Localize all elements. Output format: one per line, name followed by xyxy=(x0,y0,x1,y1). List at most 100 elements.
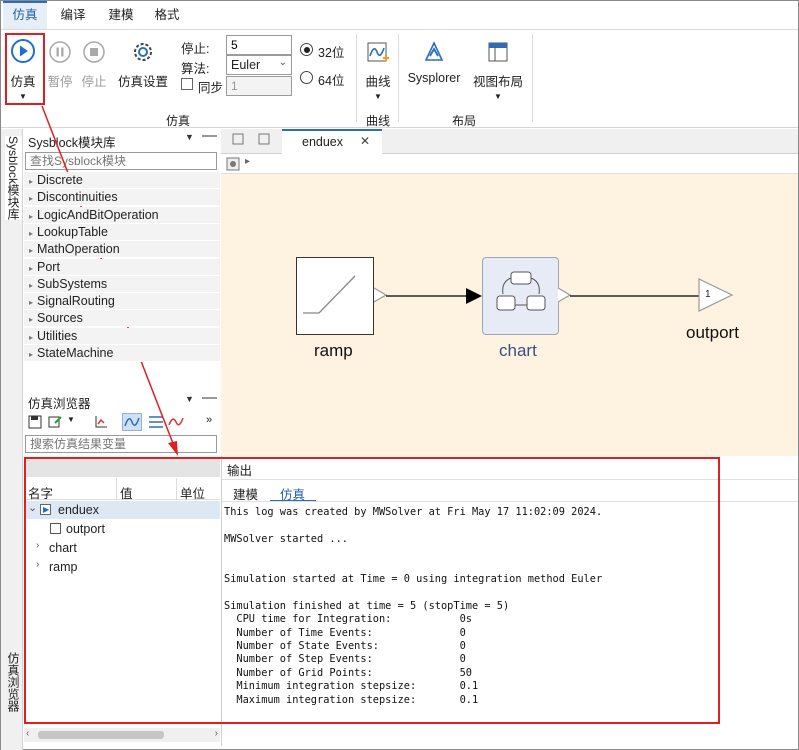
chevron-down-icon[interactable]: ▼ xyxy=(185,132,194,142)
library-item-label: Discrete xyxy=(37,173,83,187)
chevron-right-icon[interactable]: ▸ xyxy=(29,281,33,290)
browser-search-input[interactable] xyxy=(25,435,217,453)
stop-time-input[interactable] xyxy=(226,35,292,55)
sim-settings-button[interactable]: 仿真设置 xyxy=(116,40,170,90)
save-icon[interactable] xyxy=(28,415,42,429)
library-item-label: LookupTable xyxy=(37,224,108,239)
tab-enduex[interactable]: enduex ✕ xyxy=(282,129,382,154)
chevron-down-icon[interactable]: ▼ xyxy=(362,92,394,101)
ramp-icon xyxy=(303,275,356,314)
chevron-right-icon: ▸ xyxy=(245,156,251,167)
ribbon-separator xyxy=(356,34,357,122)
browser-title: 仿真浏览器 xyxy=(28,397,91,411)
menu-tab-format[interactable]: 格式 xyxy=(145,1,189,29)
gear-icon xyxy=(134,43,152,61)
outport-number: 1 xyxy=(705,289,711,300)
minimize-icon[interactable]: — xyxy=(202,389,217,406)
tab-label: enduex xyxy=(302,135,344,149)
chevron-down-icon[interactable]: ▼ xyxy=(185,394,194,404)
export-icon[interactable] xyxy=(48,415,62,429)
algorithm-select[interactable]: Euler ⌄ xyxy=(226,55,292,75)
chevron-right-icon[interactable]: ▸ xyxy=(29,315,33,324)
library-item[interactable]: ▸ SignalRouting xyxy=(24,293,220,311)
more-icon[interactable]: » xyxy=(206,414,212,426)
wave-icon xyxy=(124,417,140,427)
menu-tab-simulation[interactable]: 仿真 xyxy=(3,1,47,29)
library-item-label: Discontinuities xyxy=(37,190,118,205)
minimize-icon[interactable]: — xyxy=(202,127,217,144)
library-item-label: Port xyxy=(37,259,60,274)
sync-label: 同步 xyxy=(198,81,224,95)
library-search-input[interactable] xyxy=(25,152,217,170)
library-item[interactable]: ▸ StateMachine xyxy=(24,345,220,362)
chevron-down-icon[interactable]: ▼ xyxy=(470,92,526,101)
bit64-label: 64位 xyxy=(318,74,345,88)
sync-checkbox[interactable] xyxy=(181,78,193,90)
state-chart-icon xyxy=(496,271,546,311)
library-item[interactable]: ▸ Discrete xyxy=(24,172,220,189)
chevron-right-icon[interactable]: ▸ xyxy=(29,229,33,238)
library-item-label: SubSystems xyxy=(37,276,108,291)
plot-icon[interactable] xyxy=(94,415,108,429)
chevron-right-icon[interactable]: ▸ xyxy=(29,264,33,273)
stop-button[interactable]: 停止 xyxy=(79,40,109,90)
chevron-right-icon[interactable]: ▸ xyxy=(29,246,33,255)
library-item-label: MathOperation xyxy=(37,242,120,257)
library-item[interactable]: ▸ MathOperation xyxy=(24,241,220,259)
view-layout-button[interactable]: 视图布局 ▼ xyxy=(470,40,526,101)
bit32-label: 32位 xyxy=(318,46,345,60)
nav-forward-icon[interactable] xyxy=(258,133,270,145)
sim-settings-label: 仿真设置 xyxy=(117,75,168,89)
side-tab-browser[interactable]: 仿真浏览器 xyxy=(5,652,22,712)
chevron-right-icon[interactable]: ▸ xyxy=(29,212,33,221)
model-root-icon[interactable] xyxy=(226,157,240,171)
group-label-simulation: 仿真 xyxy=(166,114,191,128)
chevron-right-icon[interactable]: ▸ xyxy=(29,194,33,203)
horizontal-scrollbar[interactable]: ‹ › xyxy=(24,728,220,742)
stop-icon xyxy=(83,41,105,63)
library-item[interactable]: ▸ LookupTable xyxy=(24,223,220,241)
close-icon[interactable]: ✕ xyxy=(360,134,370,148)
layout-icon xyxy=(488,42,508,62)
library-item-label: LogicAndBitOperation xyxy=(37,207,159,222)
sync-input[interactable] xyxy=(226,76,292,96)
bit32-radio[interactable] xyxy=(300,43,313,56)
outport-block[interactable]: 1 xyxy=(698,278,734,312)
menu-tab-compile[interactable]: 编译 xyxy=(51,1,95,29)
ramp-block[interactable] xyxy=(296,257,374,335)
browser-toolbar: ▼ » xyxy=(26,413,220,433)
curve-button[interactable]: 曲线 ▼ xyxy=(362,40,394,101)
library-item[interactable]: ▸ Sources xyxy=(24,310,220,328)
chart-block[interactable] xyxy=(482,257,559,335)
highlight-simulate-button xyxy=(5,33,45,105)
library-item[interactable]: ▸ Port xyxy=(24,258,220,276)
signal-icon[interactable] xyxy=(168,415,184,429)
curve-label: 曲线 xyxy=(365,75,391,89)
nav-back-icon[interactable] xyxy=(232,133,244,145)
chart-label: chart xyxy=(499,341,537,360)
filter-toggle[interactable] xyxy=(122,413,142,431)
menu-tab-modeling[interactable]: 建模 xyxy=(99,1,143,29)
library-item[interactable]: ▸ SubSystems xyxy=(24,275,220,293)
pause-icon xyxy=(49,41,71,63)
group-label-layout: 布局 xyxy=(452,114,477,128)
library-item[interactable]: ▸ Discontinuities xyxy=(24,189,220,207)
pause-button[interactable]: 暂停 xyxy=(45,40,75,90)
library-item[interactable]: ▸ LogicAndBitOperation xyxy=(24,206,220,224)
chevron-right-icon[interactable]: ▸ xyxy=(29,333,33,342)
chevron-right-icon[interactable]: ▸ xyxy=(29,350,33,359)
library-item[interactable]: ▸ Utilities xyxy=(24,327,220,345)
bit64-radio[interactable] xyxy=(300,71,313,84)
curve-icon xyxy=(367,42,389,62)
list-icon[interactable] xyxy=(148,415,164,429)
chart-output-port[interactable] xyxy=(557,287,571,303)
side-tab-sysblock[interactable]: Sysblock模块库 xyxy=(5,136,22,221)
chevron-right-icon[interactable]: ▸ xyxy=(29,298,33,307)
ramp-output-port[interactable] xyxy=(373,287,387,303)
algorithm-label: 算法: xyxy=(181,62,210,76)
signal-line-ramp-chart[interactable] xyxy=(386,286,484,306)
chevron-down-icon[interactable]: ▼ xyxy=(67,415,75,424)
sysplorer-button[interactable]: Sysplorer xyxy=(404,40,464,85)
chevron-right-icon[interactable]: ▸ xyxy=(29,177,33,186)
signal-line-chart-outport[interactable] xyxy=(570,286,700,306)
